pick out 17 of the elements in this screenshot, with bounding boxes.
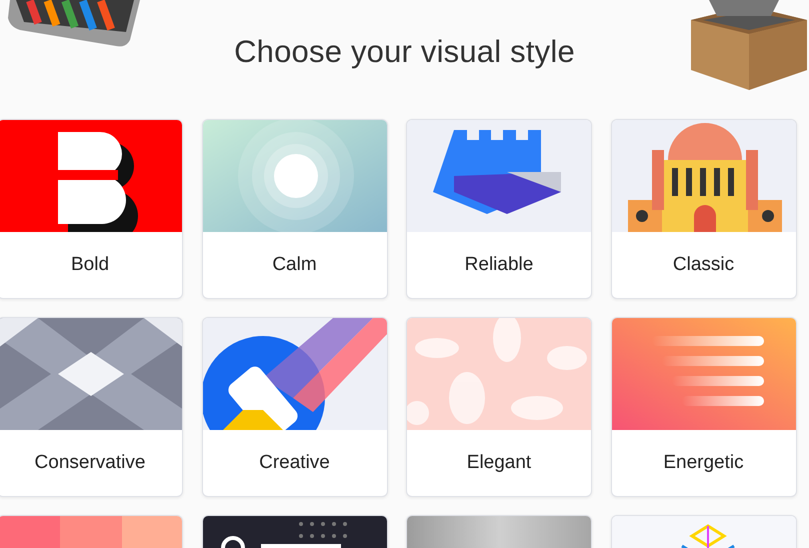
style-card[interactable]: Conservative [0,317,183,497]
page-title: Choose your visual style [234,34,575,70]
style-card[interactable]: Bold [0,119,183,299]
card-label: Calm [272,254,317,276]
card-label: Classic [672,254,734,276]
card-label: Creative [259,452,330,474]
card-label: Conservative [34,452,146,474]
style-card[interactable]: Calm [202,119,388,299]
card-label: Elegant [466,452,532,474]
style-card[interactable]: Classic [610,119,796,299]
card-label: Reliable [464,254,534,276]
card-label: Bold [70,254,110,276]
card-label: Energetic [663,452,744,474]
style-card[interactable]: Energetic [610,317,796,497]
style-card[interactable]: Reliable [406,119,592,299]
style-card[interactable]: Creative [202,317,388,497]
style-card[interactable]: Elegant [406,317,592,497]
